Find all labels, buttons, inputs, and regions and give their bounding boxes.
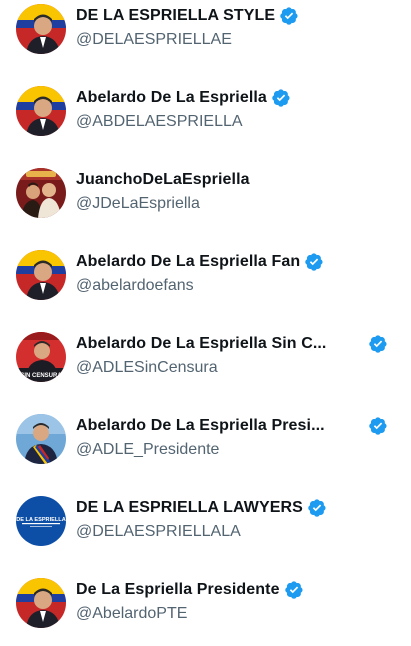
avatar-caption: SIN CENSURA xyxy=(20,373,62,379)
verified-badge-icon xyxy=(304,252,324,272)
account-handle: @ADLESinCensura xyxy=(76,359,218,376)
avatar[interactable] xyxy=(16,414,66,464)
account-handle: @ABDELAESPRIELLA xyxy=(76,113,243,130)
account-handle: @abelardoefans xyxy=(76,277,194,294)
portrait-flag-avatar-icon xyxy=(16,86,66,136)
display-name[interactable]: Abelardo De La Espriella Presi... xyxy=(76,417,364,435)
display-name[interactable]: DE LA ESPRIELLA LAWYERS xyxy=(76,499,303,517)
portrait-flag-avatar-icon xyxy=(16,578,66,628)
presidential-portrait-avatar-icon xyxy=(16,414,66,464)
avatar-caption: DE LA ESPRIELLA xyxy=(16,517,66,523)
verified-badge-icon xyxy=(284,580,304,600)
account-handle: @JDeLaEspriella xyxy=(76,195,200,212)
account-search-results: DE LA ESPRIELLA STYLE @DELAESPRIELLAE Ab… xyxy=(0,0,411,644)
portrait-flag-avatar-icon xyxy=(16,4,66,54)
avatar[interactable] xyxy=(16,4,66,54)
verified-badge-icon xyxy=(368,334,388,354)
portrait-flag-avatar-icon xyxy=(16,250,66,300)
avatar[interactable]: DE LA ESPRIELLA xyxy=(16,496,66,546)
account-handle: @ADLE_Presidente xyxy=(76,441,220,458)
group-photo-avatar-icon xyxy=(16,168,66,218)
display-name[interactable]: Abelardo De La Espriella xyxy=(76,89,267,107)
display-name[interactable]: De La Espriella Presidente xyxy=(76,581,280,599)
account-handle: @DELAESPRIELLAE xyxy=(76,31,232,48)
avatar[interactable] xyxy=(16,86,66,136)
avatar[interactable] xyxy=(16,168,66,218)
account-row[interactable]: SIN CENSURA Abelardo De La Espriella Sin… xyxy=(0,318,411,400)
avatar[interactable] xyxy=(16,578,66,628)
avatar[interactable] xyxy=(16,250,66,300)
account-row[interactable]: DE LA ESPRIELLA STYLE @DELAESPRIELLAE xyxy=(0,0,411,72)
display-name[interactable]: Abelardo De La Espriella Fan xyxy=(76,253,300,271)
account-row[interactable]: De La Espriella Presidente @AbelardoPTE xyxy=(0,564,411,646)
account-row[interactable]: Abelardo De La Espriella @ABDELAESPRIELL… xyxy=(0,72,411,154)
account-handle: @AbelardoPTE xyxy=(76,605,188,622)
verified-badge-icon xyxy=(279,6,299,26)
verified-badge-icon xyxy=(271,88,291,108)
account-row[interactable]: Abelardo De La Espriella Presi... @ADLE_… xyxy=(0,400,411,482)
account-row[interactable]: Abelardo De La Espriella Fan @abelardoef… xyxy=(0,236,411,318)
account-row[interactable]: DE LA ESPRIELLA DE LA ESPRIELLA LAWYERS … xyxy=(0,482,411,564)
display-name[interactable]: DE LA ESPRIELLA STYLE xyxy=(76,7,275,25)
avatar[interactable]: SIN CENSURA xyxy=(16,332,66,382)
display-name[interactable]: Abelardo De La Espriella Sin C... xyxy=(76,335,364,353)
account-row[interactable]: JuanchoDeLaEspriella @JDeLaEspriella xyxy=(0,154,411,236)
verified-badge-icon xyxy=(368,416,388,436)
display-name[interactable]: JuanchoDeLaEspriella xyxy=(76,171,250,189)
account-handle: @DELAESPRIELLALA xyxy=(76,523,241,540)
verified-badge-icon xyxy=(307,498,327,518)
